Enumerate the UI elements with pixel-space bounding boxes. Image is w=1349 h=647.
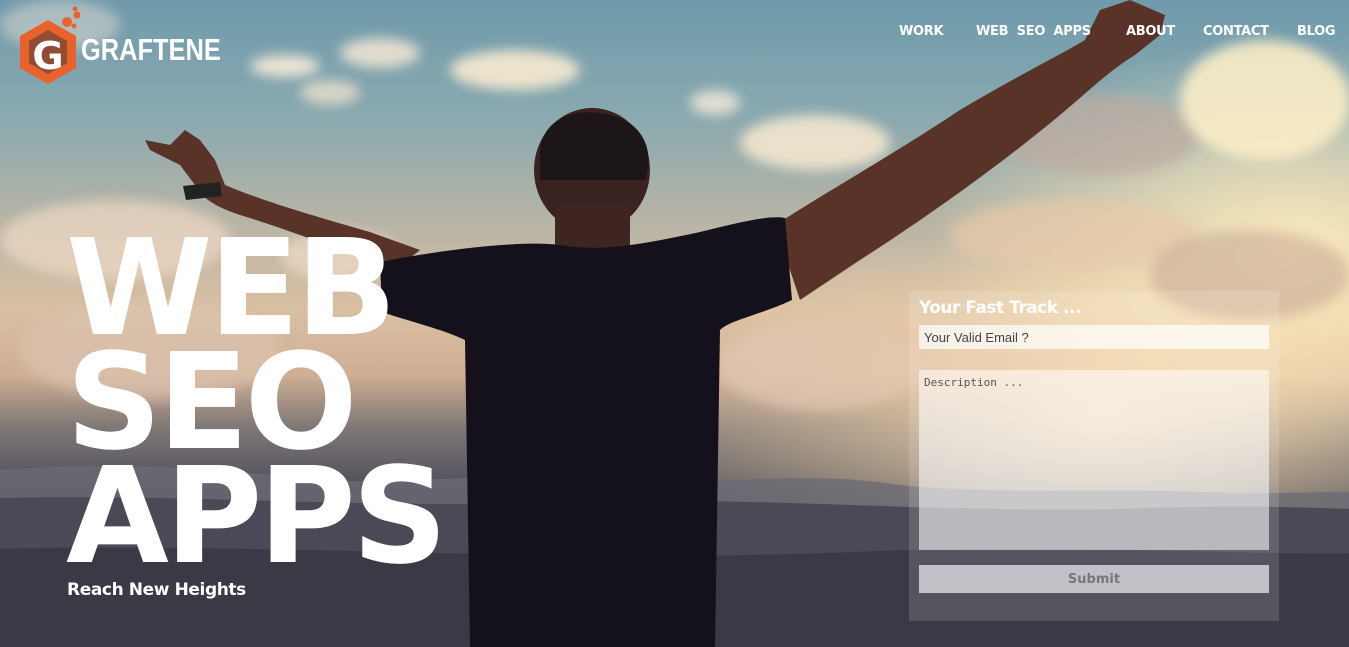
nav-item-web-seo-apps[interactable]: WEB SEO APPS	[976, 24, 1091, 39]
brand-logo[interactable]: G GRAFTENE	[14, 6, 252, 88]
hero-tagline: Reach New Heights	[67, 580, 246, 600]
submit-button[interactable]: Submit	[919, 565, 1269, 593]
hero-headline: WEB SEO APPS	[66, 223, 448, 594]
nav-item-blog[interactable]: BLOG	[1297, 24, 1336, 39]
description-field[interactable]	[919, 370, 1269, 550]
nav-item-contact[interactable]: CONTACT	[1203, 24, 1269, 39]
main-nav: WORK WEB SEO APPS ABOUT CONTACT BLOG	[0, 24, 1349, 44]
form-title: Your Fast Track ...	[919, 298, 1081, 318]
nav-item-about[interactable]: ABOUT	[1126, 24, 1175, 39]
email-field[interactable]	[919, 325, 1269, 349]
nav-item-work[interactable]: WORK	[899, 24, 944, 39]
hero-line-apps: APPS	[66, 440, 448, 594]
graftene-logo-icon: G	[14, 6, 81, 88]
fast-track-form: Your Fast Track ... Submit	[909, 291, 1279, 621]
